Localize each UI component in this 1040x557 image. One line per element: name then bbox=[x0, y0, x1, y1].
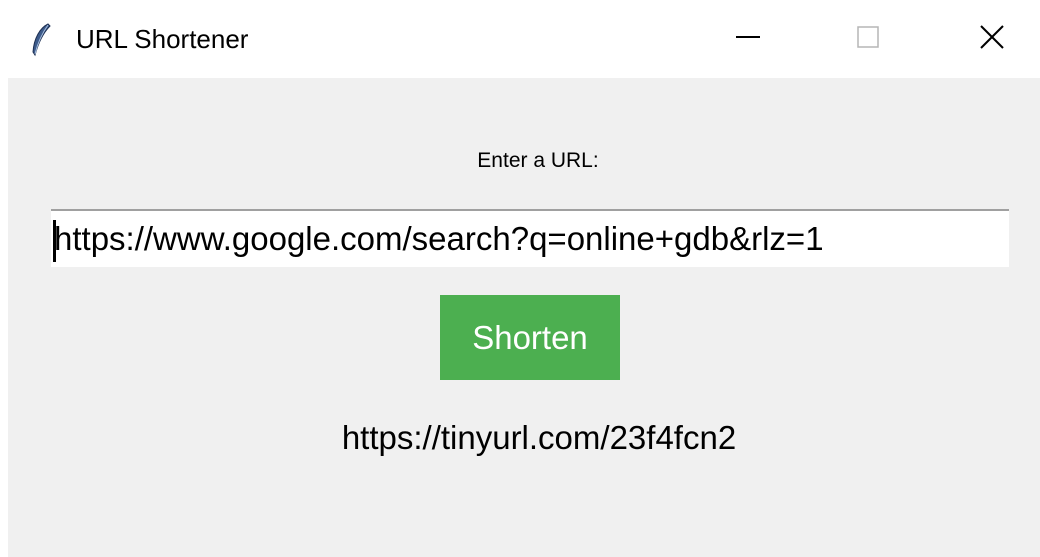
feather-icon bbox=[30, 22, 52, 58]
minimize-button[interactable] bbox=[718, 12, 778, 66]
window-title: URL Shortener bbox=[76, 24, 249, 54]
main-content: Enter a URL: Shorten https://tinyurl.com… bbox=[8, 78, 1040, 557]
url-prompt-label: Enter a URL: bbox=[477, 149, 599, 172]
title-bar[interactable]: URL Shortener bbox=[0, 0, 1040, 78]
shortened-url-result: https://tinyurl.com/23f4fcn2 bbox=[341, 419, 737, 456]
app-window: URL Shortener Enter a URL: https://www.g… bbox=[0, 0, 1040, 557]
close-button[interactable] bbox=[962, 12, 1022, 66]
close-icon bbox=[977, 22, 1007, 57]
maximize-icon bbox=[853, 22, 883, 57]
shorten-button[interactable]: Shorten bbox=[440, 295, 620, 380]
text-caret bbox=[53, 220, 56, 262]
url-input[interactable] bbox=[51, 209, 1009, 267]
minimize-icon bbox=[733, 22, 763, 57]
maximize-button[interactable] bbox=[838, 12, 898, 66]
